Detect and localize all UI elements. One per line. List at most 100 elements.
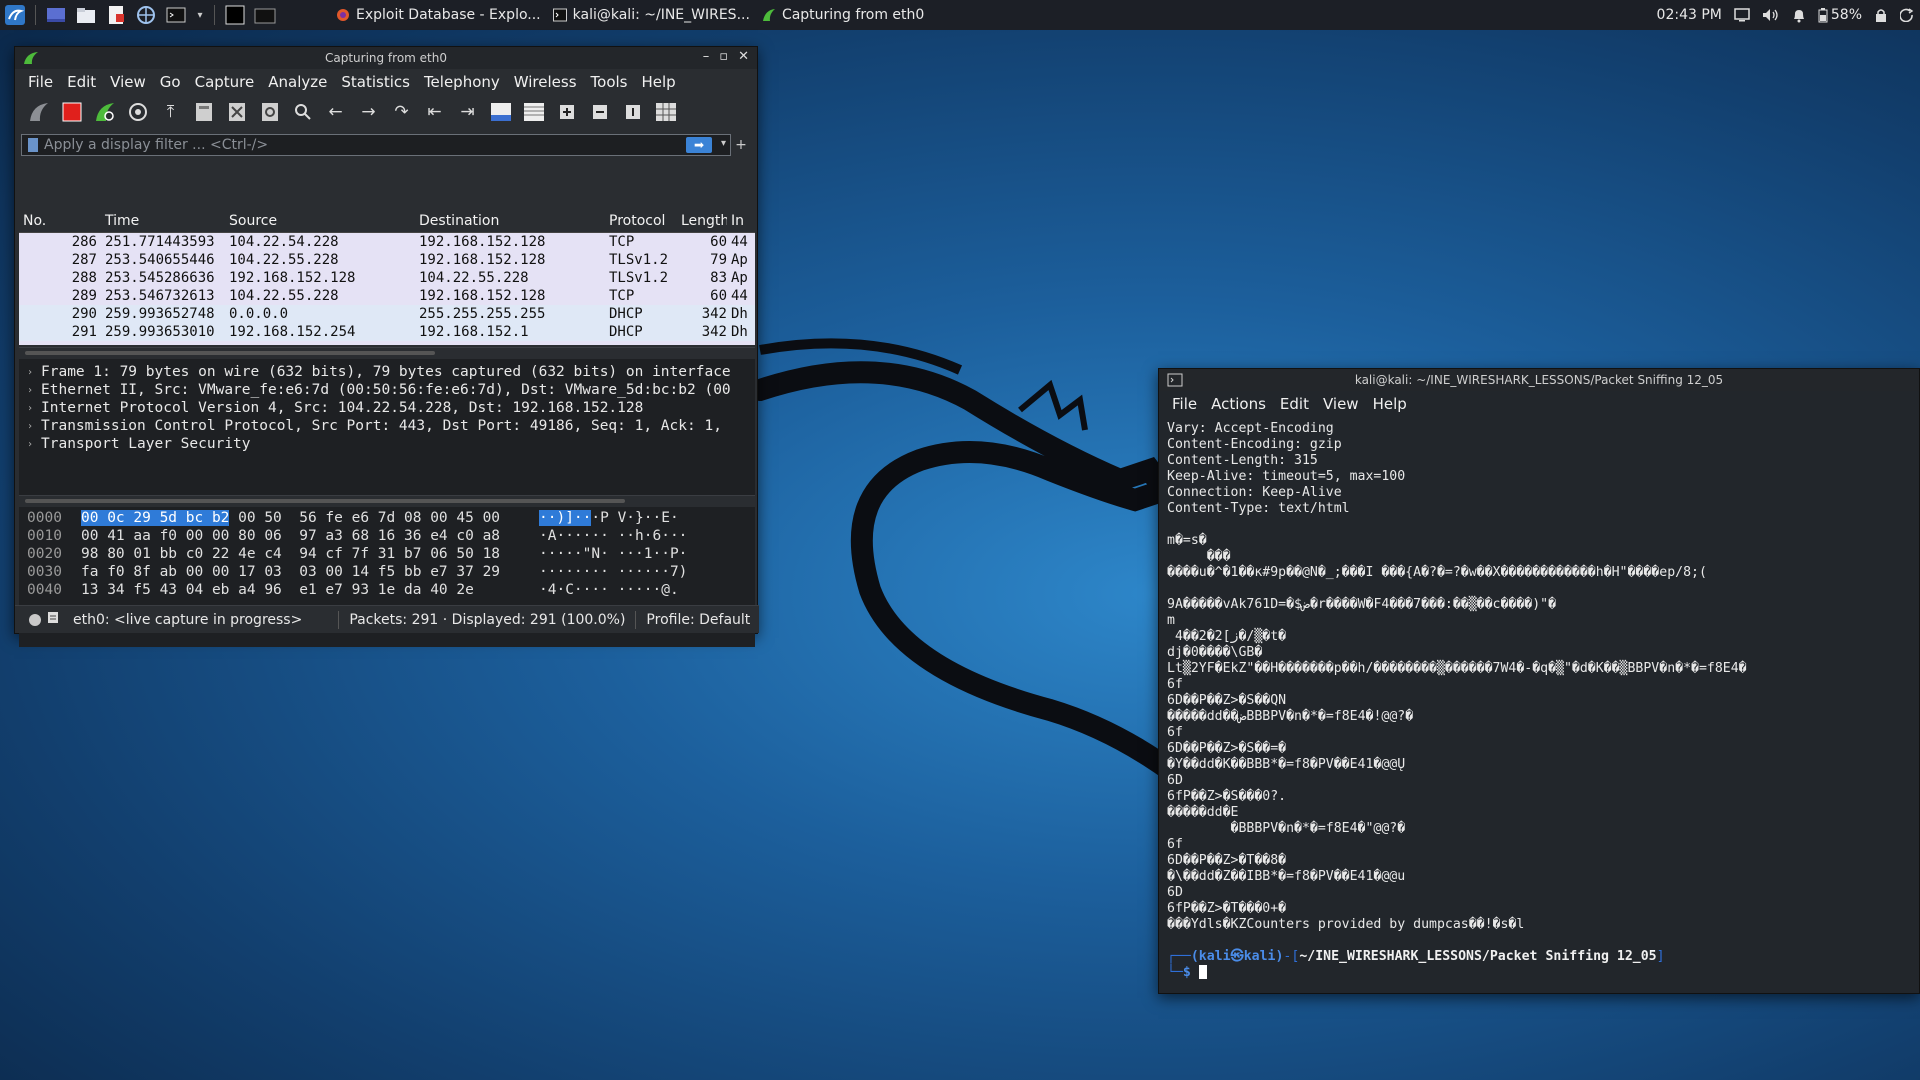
menu-file[interactable]: File	[28, 73, 53, 91]
close-icon[interactable]: ✕	[738, 49, 749, 64]
horizontal-scrollbar[interactable]	[25, 351, 435, 355]
bytes-row[interactable]: 0000 00 0c 29 5d bc b2 00 50 56 fe e6 7d…	[19, 509, 755, 527]
col-no[interactable]: No.	[19, 213, 101, 232]
packet-list[interactable]: No. Time Source Destination Protocol Len…	[19, 213, 755, 345]
go-forward-icon[interactable]: →	[355, 99, 382, 126]
first-packet-icon[interactable]: ⇤	[421, 99, 448, 126]
maximize-icon[interactable]: ▫	[719, 49, 728, 64]
menu-capture[interactable]: Capture	[195, 73, 255, 91]
col-info[interactable]: In	[727, 213, 755, 232]
table-row[interactable]: 287 253.540655446 104.22.55.228 192.168.…	[19, 251, 755, 269]
resize-columns-icon[interactable]	[652, 99, 679, 126]
battery-indicator[interactable]: 58%	[1818, 7, 1862, 23]
detail-ipv4[interactable]: › Internet Protocol Version 4, Src: 104.2…	[19, 399, 755, 417]
show-desktop-icon[interactable]	[45, 4, 67, 26]
col-protocol[interactable]: Protocol	[605, 213, 677, 232]
table-row[interactable]: 291 259.993653010 192.168.152.254 192.16…	[19, 323, 755, 341]
file-manager-icon[interactable]	[75, 4, 97, 26]
browser-icon[interactable]	[135, 4, 157, 26]
menu-help[interactable]: Help	[1373, 395, 1407, 413]
open-file-icon[interactable]: ⤒	[157, 99, 184, 126]
reload-file-icon[interactable]	[256, 99, 283, 126]
clock[interactable]: 02:43 PM	[1657, 7, 1722, 23]
expand-arrow-icon[interactable]: ›	[19, 439, 41, 450]
menu-file[interactable]: File	[1172, 395, 1197, 413]
status-profile[interactable]: Profile: Default	[646, 612, 750, 628]
col-destination[interactable]: Destination	[415, 213, 605, 232]
detail-ethernet[interactable]: › Ethernet II, Src: VMware_fe:e6:7d (00:5…	[19, 381, 755, 399]
terminal-output[interactable]: Vary: Accept-Encoding Content-Encoding: …	[1159, 417, 1919, 985]
minimize-icon[interactable]: –	[703, 49, 710, 64]
terminal-launcher-icon[interactable]	[165, 4, 187, 26]
detail-tcp[interactable]: › Transmission Control Protocol, Src Port…	[19, 417, 755, 435]
go-to-packet-icon[interactable]: ↷	[388, 99, 415, 126]
menu-wireless[interactable]: Wireless	[514, 73, 577, 91]
close-file-icon[interactable]	[223, 99, 250, 126]
text-editor-icon[interactable]	[105, 4, 127, 26]
task-wireshark[interactable]: Capturing from eth0	[756, 0, 930, 30]
detail-frame[interactable]: › Frame 1: 79 bytes on wire (632 bits), 7…	[19, 363, 755, 381]
menu-analyze[interactable]: Analyze	[268, 73, 327, 91]
normal-size-icon[interactable]	[619, 99, 646, 126]
packet-details[interactable]: › Frame 1: 79 bytes on wire (632 bits), 7…	[19, 359, 755, 495]
add-filter-button-icon[interactable]: +	[731, 137, 751, 153]
table-row[interactable]: 289 253.546732613 104.22.55.228 192.168.…	[19, 287, 755, 305]
capture-options-icon[interactable]	[124, 99, 151, 126]
find-packet-icon[interactable]	[289, 99, 316, 126]
table-row[interactable]: 288 253.545286636 192.168.152.128 104.22…	[19, 269, 755, 287]
autoscroll-icon[interactable]	[487, 99, 514, 126]
col-time[interactable]: Time	[101, 213, 225, 232]
bookmark-icon[interactable]	[28, 138, 38, 152]
menu-tools[interactable]: Tools	[591, 73, 628, 91]
menu-view[interactable]: View	[110, 73, 146, 91]
horizontal-scrollbar[interactable]	[25, 499, 625, 503]
zoom-out-icon[interactable]	[586, 99, 613, 126]
lock-icon[interactable]	[1874, 8, 1888, 23]
task-terminal[interactable]: kali@kali: ~/INE_WIRES...	[547, 0, 756, 30]
restart-capture-icon[interactable]	[91, 99, 118, 126]
notification-bell-icon[interactable]	[1792, 8, 1806, 23]
bytes-row[interactable]: 0030 fa f0 8f ab 00 00 17 03 03 00 14 f5…	[19, 563, 755, 581]
bytes-row[interactable]: 0020 98 80 01 bb c0 22 4e c4 94 cf 7f 31…	[19, 545, 755, 563]
go-back-icon[interactable]: ←	[322, 99, 349, 126]
menu-edit[interactable]: Edit	[67, 73, 96, 91]
expand-arrow-icon[interactable]: ›	[19, 385, 41, 396]
detail-tls[interactable]: › Transport Layer Security	[19, 435, 755, 453]
chevron-down-icon[interactable]: ▾	[195, 4, 205, 26]
table-row[interactable]: 290 259.993652748 0.0.0.0 255.255.255.25…	[19, 305, 755, 323]
display-icon[interactable]	[1734, 8, 1750, 22]
expand-arrow-icon[interactable]: ›	[19, 421, 41, 432]
menu-go[interactable]: Go	[160, 73, 181, 91]
menu-actions[interactable]: Actions	[1211, 395, 1266, 413]
logout-icon[interactable]	[1900, 8, 1914, 22]
menu-help[interactable]: Help	[641, 73, 675, 91]
col-length[interactable]: Length	[677, 213, 727, 232]
filter-dropdown-icon[interactable]: ▾	[721, 138, 726, 149]
workspace-1-icon[interactable]	[224, 4, 246, 26]
apply-filter-arrow-icon[interactable]: ➡	[686, 137, 712, 153]
display-filter-input[interactable]: Apply a display filter ... <Ctrl-/> ➡ ▾	[21, 134, 731, 156]
col-source[interactable]: Source	[225, 213, 415, 232]
terminal-titlebar[interactable]: kali@kali: ~/INE_WIRESHARK_LESSONS/Packe…	[1159, 369, 1919, 391]
pane-splitter[interactable]	[19, 495, 755, 505]
table-row[interactable]: 286 251.771443593 104.22.54.228 192.168.…	[19, 233, 755, 251]
bytes-row[interactable]: 0010 00 41 aa f0 00 00 80 06 97 a3 68 16…	[19, 527, 755, 545]
last-packet-icon[interactable]: ⇥	[454, 99, 481, 126]
menu-telephony[interactable]: Telephony	[424, 73, 500, 91]
expand-arrow-icon[interactable]: ›	[19, 367, 41, 378]
kali-menu-icon[interactable]	[4, 4, 26, 26]
expand-arrow-icon[interactable]: ›	[19, 403, 41, 414]
volume-icon[interactable]	[1762, 8, 1780, 22]
start-capture-icon[interactable]	[25, 99, 52, 126]
menu-edit[interactable]: Edit	[1280, 395, 1309, 413]
workspace-2-icon[interactable]	[254, 4, 276, 26]
menu-statistics[interactable]: Statistics	[341, 73, 410, 91]
terminal-cursor[interactable]	[1198, 965, 1207, 979]
pane-splitter[interactable]	[19, 347, 755, 357]
save-file-icon[interactable]	[190, 99, 217, 126]
expert-info-icon[interactable]	[47, 611, 59, 628]
zoom-in-icon[interactable]	[553, 99, 580, 126]
stop-capture-icon[interactable]	[58, 99, 85, 126]
task-firefox[interactable]: Exploit Database - Explo...	[330, 0, 547, 30]
colorize-icon[interactable]	[520, 99, 547, 126]
